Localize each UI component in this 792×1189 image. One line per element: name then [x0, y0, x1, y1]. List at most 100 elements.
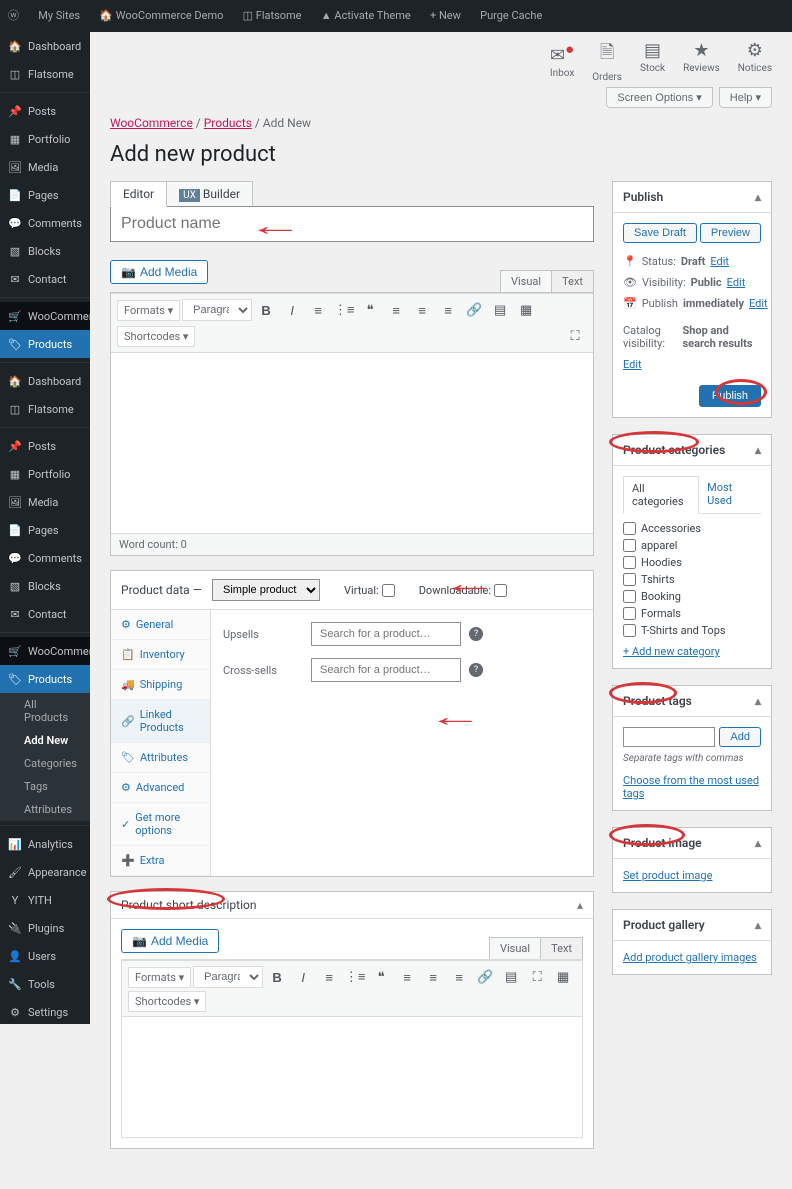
sidebar-item-contact[interactable]: ✉Contact	[0, 600, 90, 628]
bold-button[interactable]: B	[254, 298, 278, 322]
sidebar-item-posts[interactable]: 📌Posts	[0, 97, 90, 125]
submenu-item-all-products[interactable]: All Products	[0, 693, 90, 729]
sidebar-item-portfolio[interactable]: ▦Portfolio	[0, 125, 90, 153]
sidebar-item-media[interactable]: 🖼Media	[0, 488, 90, 516]
flatsome[interactable]: ◫ Flatsome	[235, 0, 310, 32]
pd-tab-advanced[interactable]: ⚙Advanced	[111, 773, 210, 803]
chevron-up-icon[interactable]: ▴	[755, 836, 761, 850]
category-booking[interactable]: Booking	[623, 588, 761, 605]
edit-catalog-link[interactable]: Edit	[623, 358, 642, 371]
chevron-up-icon[interactable]: ▴	[577, 898, 583, 912]
sidebar-item-comments[interactable]: 💬Comments	[0, 544, 90, 572]
publish-header[interactable]: Publish▴	[613, 182, 771, 213]
italic-button[interactable]: I	[280, 298, 304, 322]
number-list-button[interactable]: ⋮≡	[343, 965, 367, 989]
categories-header[interactable]: Product categories▴	[613, 435, 771, 466]
tab-editor[interactable]: Editor	[110, 181, 167, 207]
tab-text-short[interactable]: Text	[540, 937, 583, 959]
upsells-input[interactable]	[311, 622, 461, 646]
pd-tab-shipping[interactable]: 🚚Shipping	[111, 670, 210, 700]
help-icon[interactable]: ?	[469, 663, 483, 677]
submenu-item-categories[interactable]: Categories	[0, 752, 90, 775]
add-category-link[interactable]: + Add new category	[623, 645, 720, 658]
virtual-checkbox-label[interactable]: Virtual:	[344, 584, 395, 597]
site-name[interactable]: 🏠 WooCommerce Demo	[91, 0, 231, 32]
align-left-button[interactable]: ≡	[395, 965, 419, 989]
sidebar-item-appearance[interactable]: 🖌Appearance	[0, 858, 90, 886]
pd-tab-extra[interactable]: ➕Extra	[111, 846, 210, 876]
sidebar-item-media[interactable]: 🖼Media	[0, 153, 90, 181]
breadcrumb-products[interactable]: Products	[204, 116, 252, 130]
sidebar-item-yith[interactable]: YYITH	[0, 886, 90, 914]
category-apparel[interactable]: apparel	[623, 537, 761, 554]
sidebar-item-plugins[interactable]: 🔌Plugins	[0, 914, 90, 942]
paragraph-dropdown-short[interactable]: Paragraph	[193, 966, 263, 988]
pd-tab-get-more-options[interactable]: ✓Get more options	[111, 803, 210, 846]
preview-button[interactable]: Preview	[700, 223, 761, 243]
align-left-button[interactable]: ≡	[384, 298, 408, 322]
category-formals[interactable]: Formals	[623, 605, 761, 622]
italic-button[interactable]: I	[291, 965, 315, 989]
sidebar-item-portfolio[interactable]: ▦Portfolio	[0, 460, 90, 488]
sidebar-item-contact[interactable]: ✉Contact	[0, 265, 90, 293]
fullscreen-button[interactable]: ⛶	[525, 965, 549, 989]
sidebar-item-products[interactable]: 🏷Products	[0, 665, 90, 693]
gallery-header[interactable]: Product gallery▴	[613, 910, 771, 941]
choose-tags-link[interactable]: Choose from the most used tags	[623, 774, 761, 800]
topstrip-orders[interactable]: 🗎Orders	[592, 40, 622, 83]
topstrip-reviews[interactable]: ★Reviews	[683, 40, 720, 83]
chevron-up-icon[interactable]: ▴	[755, 190, 761, 204]
sidebar-item-blocks[interactable]: ▧Blocks	[0, 237, 90, 265]
sidebar-item-settings[interactable]: ⚙Settings	[0, 998, 90, 1024]
shortcodes-dropdown-short[interactable]: Shortcodes ▾	[128, 991, 206, 1012]
sidebar-item-tools[interactable]: 🔧Tools	[0, 970, 90, 998]
tag-input[interactable]	[623, 727, 715, 747]
tab-visual-short[interactable]: Visual	[489, 937, 541, 959]
sidebar-item-pages[interactable]: 📄Pages	[0, 516, 90, 544]
help-icon[interactable]: ?	[469, 627, 483, 641]
tab-text[interactable]: Text	[551, 270, 594, 292]
category-checkbox[interactable]	[623, 556, 636, 569]
sidebar-item-woocommerce[interactable]: 🛒WooCommerce	[0, 302, 90, 330]
add-gallery-link[interactable]: Add product gallery images	[623, 951, 757, 964]
chevron-up-icon[interactable]: ▴	[755, 918, 761, 932]
link-button[interactable]: 🔗	[462, 298, 486, 322]
short-editor-textarea[interactable]	[122, 1017, 582, 1137]
sidebar-item-woocommerce[interactable]: 🛒WooCommerce	[0, 637, 90, 665]
sidebar-item-analytics[interactable]: 📊Analytics	[0, 830, 90, 858]
add-media-button[interactable]: 📷Add Media	[110, 260, 208, 284]
sidebar-item-products[interactable]: 🏷Products	[0, 330, 90, 358]
submenu-item-add-new[interactable]: Add New	[0, 729, 90, 752]
edit-visibility-link[interactable]: Edit	[727, 276, 746, 289]
add-tag-button[interactable]: Add	[719, 727, 761, 747]
category-checkbox[interactable]	[623, 573, 636, 586]
sidebar-item-users[interactable]: 👤Users	[0, 942, 90, 970]
sidebar-item-flatsome[interactable]: ◫Flatsome	[0, 395, 90, 423]
set-product-image-link[interactable]: Set product image	[623, 869, 712, 882]
edit-status-link[interactable]: Edit	[710, 255, 729, 268]
downloadable-checkbox[interactable]	[494, 584, 507, 597]
publish-button[interactable]: Publish	[699, 385, 761, 407]
edit-date-link[interactable]: Edit	[749, 297, 768, 310]
editor-textarea[interactable]	[111, 353, 593, 533]
tags-header[interactable]: Product tags▴	[613, 686, 771, 717]
sidebar-item-blocks[interactable]: ▧Blocks	[0, 572, 90, 600]
help-button[interactable]: Help ▾	[719, 87, 772, 108]
category-t-shirts-and-tops[interactable]: T-Shirts and Tops	[623, 622, 761, 639]
category-hoodies[interactable]: Hoodies	[623, 554, 761, 571]
submenu-item-attributes[interactable]: Attributes	[0, 798, 90, 821]
quote-button[interactable]: ❝	[369, 965, 393, 989]
screen-options-button[interactable]: Screen Options ▾	[606, 87, 712, 108]
category-checkbox[interactable]	[623, 624, 636, 637]
cat-tab-all[interactable]: All categories	[623, 476, 699, 514]
image-header[interactable]: Product image▴	[613, 828, 771, 859]
sidebar-item-dashboard[interactable]: 🏠Dashboard	[0, 367, 90, 395]
downloadable-checkbox-label[interactable]: Downloadable:	[419, 584, 507, 597]
bold-button[interactable]: B	[265, 965, 289, 989]
toggle-button[interactable]: ▦	[551, 965, 575, 989]
crosssells-input[interactable]	[311, 658, 461, 682]
breadcrumb-woo[interactable]: WooCommerce	[110, 116, 193, 130]
topstrip-notices[interactable]: ⚙Notices	[738, 40, 772, 83]
add-media-button-short[interactable]: 📷Add Media	[121, 929, 219, 953]
pd-tab-general[interactable]: ⚙General	[111, 610, 210, 640]
